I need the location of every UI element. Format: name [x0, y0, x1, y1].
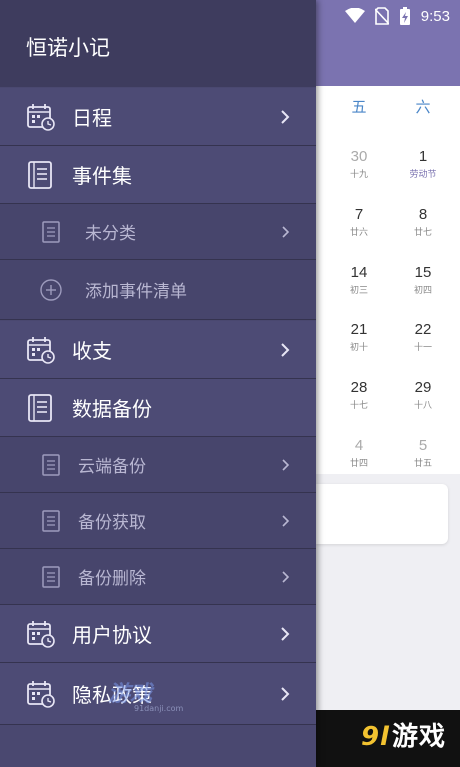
document-icon: [41, 565, 61, 589]
overlay-watermark: 游戏 91danji.com: [108, 676, 183, 713]
drawer-header: 恒诺小记: [0, 0, 316, 87]
calendar-lunar-date: 廿七: [413, 228, 432, 238]
calendar-day-cell[interactable]: 4 廿四: [334, 437, 384, 469]
chevron-right-icon: [276, 625, 294, 643]
calendar-lunar-date: 初十: [349, 343, 368, 353]
calendar-day-cell[interactable]: 22 十一: [398, 321, 448, 353]
drawer-item-label: 数据备份: [72, 397, 152, 421]
calendar-clock-icon: [26, 335, 56, 365]
document-icon: [41, 220, 61, 244]
chevron-right-icon: [276, 685, 294, 703]
watermark-overlay-url: 91danji.com: [134, 704, 184, 713]
calendar-lunar-date: 劳动节: [409, 170, 437, 180]
drawer-item-schedule[interactable]: 日程: [0, 88, 316, 146]
drawer-item-label: 云端备份: [78, 457, 146, 477]
calendar-day-cell[interactable]: 15 初四: [398, 264, 448, 296]
calendar-day-cell[interactable]: 7 廿六: [334, 206, 384, 238]
calendar-day-number: 15: [414, 264, 432, 281]
status-icons: 9:53: [344, 4, 450, 28]
drawer-footer: [0, 725, 316, 767]
calendar-day-number: 7: [354, 206, 364, 223]
calendar-lunar-date: 廿六: [349, 228, 368, 238]
calendar-day-cell[interactable]: 8 廿七: [398, 206, 448, 238]
calendar-day-number: 28: [350, 379, 368, 396]
calendar-lunar-date: 十七: [349, 401, 368, 411]
drawer-item-cloud-backup[interactable]: 云端备份: [0, 437, 316, 493]
calendar-lunar-date: 十八: [413, 401, 432, 411]
document-icon: [41, 509, 61, 533]
calendar-clock-icon: [26, 679, 56, 709]
calendar-day-number: 14: [350, 264, 368, 281]
calendar-day-cell[interactable]: 14 初三: [334, 264, 384, 296]
calendar-day-cell[interactable]: 21 初十: [334, 321, 384, 353]
plus-circle-icon: [39, 278, 63, 302]
drawer-item-user-agreement[interactable]: 用户协议: [0, 605, 316, 663]
event-card[interactable]: [316, 484, 448, 544]
calendar-day-number: 29: [414, 379, 432, 396]
chevron-right-icon: [276, 512, 294, 530]
drawer-item-label: 收支: [72, 339, 112, 363]
calendar-day-cell[interactable]: 30 十九: [334, 148, 384, 180]
wifi-icon: [344, 8, 365, 23]
drawer-item-label: 添加事件清单: [85, 282, 187, 302]
drawer-item-income-expense[interactable]: 收支: [0, 321, 316, 379]
calendar-lunar-date: 初三: [349, 286, 368, 296]
chevron-right-icon: [276, 223, 294, 241]
navigation-drawer: 恒诺小记 日程事件集未分类添加事件清单收支数据备份云端备份备份获取备份删除用户协…: [0, 0, 316, 767]
drawer-item-label: 事件集: [72, 164, 132, 188]
calendar-day-number: 5: [418, 437, 428, 454]
calendar-day-number: 21: [350, 321, 368, 338]
calendar-lunar-date: 廿五: [413, 459, 432, 469]
notebook-icon: [26, 160, 54, 190]
no-sim-icon: [374, 7, 389, 25]
calendar-lunar-date: 廿四: [349, 459, 368, 469]
corner-watermark: 9l游戏: [361, 716, 446, 753]
watermark-text: 游戏: [391, 722, 446, 752]
calendar-day-number: 4: [354, 437, 364, 454]
drawer-item-label: 未分类: [85, 224, 136, 244]
battery-charging-icon: [399, 7, 410, 25]
calendar-day-number: 22: [414, 321, 432, 338]
drawer-item-label: 备份获取: [78, 513, 146, 533]
drawer-item-data-backup[interactable]: 数据备份: [0, 379, 316, 437]
calendar-lunar-date: 十九: [349, 170, 368, 180]
chevron-right-icon: [276, 108, 294, 126]
drawer-item-backup-fetch[interactable]: 备份获取: [0, 493, 316, 549]
watermark-logo: 9l: [360, 722, 390, 752]
chevron-right-icon: [276, 456, 294, 474]
weekday-header-sat: 六: [415, 98, 431, 116]
notebook-icon: [26, 393, 54, 423]
calendar-clock-icon: [26, 619, 56, 649]
calendar-day-number: 1: [418, 148, 428, 165]
drawer-item-label: 备份删除: [78, 569, 146, 589]
calendar-day-number: 30: [350, 148, 368, 165]
drawer-item-backup-delete[interactable]: 备份删除: [0, 549, 316, 605]
calendar-day-cell[interactable]: 28 十七: [334, 379, 384, 411]
drawer-item-uncategorized[interactable]: 未分类: [0, 204, 316, 260]
calendar-lunar-date: 初四: [413, 286, 432, 296]
calendar-lunar-date: 十一: [413, 343, 432, 353]
drawer-item-label: 用户协议: [72, 623, 152, 647]
drawer-item-label: 日程: [72, 106, 112, 130]
weekday-header-fri: 五: [351, 98, 367, 116]
chevron-right-icon: [276, 568, 294, 586]
calendar-day-cell[interactable]: 5 廿五: [398, 437, 448, 469]
drawer-title: 恒诺小记: [26, 36, 110, 60]
calendar-day-cell[interactable]: 29 十八: [398, 379, 448, 411]
drawer-item-event-set[interactable]: 事件集: [0, 146, 316, 204]
chevron-right-icon: [276, 341, 294, 359]
calendar-clock-icon: [26, 102, 56, 132]
calendar-day-number: 8: [418, 206, 428, 223]
document-icon: [41, 453, 61, 477]
drawer-item-add-event-list[interactable]: 添加事件清单: [0, 260, 316, 320]
calendar-day-cell[interactable]: 1 劳动节: [398, 148, 448, 180]
status-time: 9:53: [420, 7, 450, 25]
